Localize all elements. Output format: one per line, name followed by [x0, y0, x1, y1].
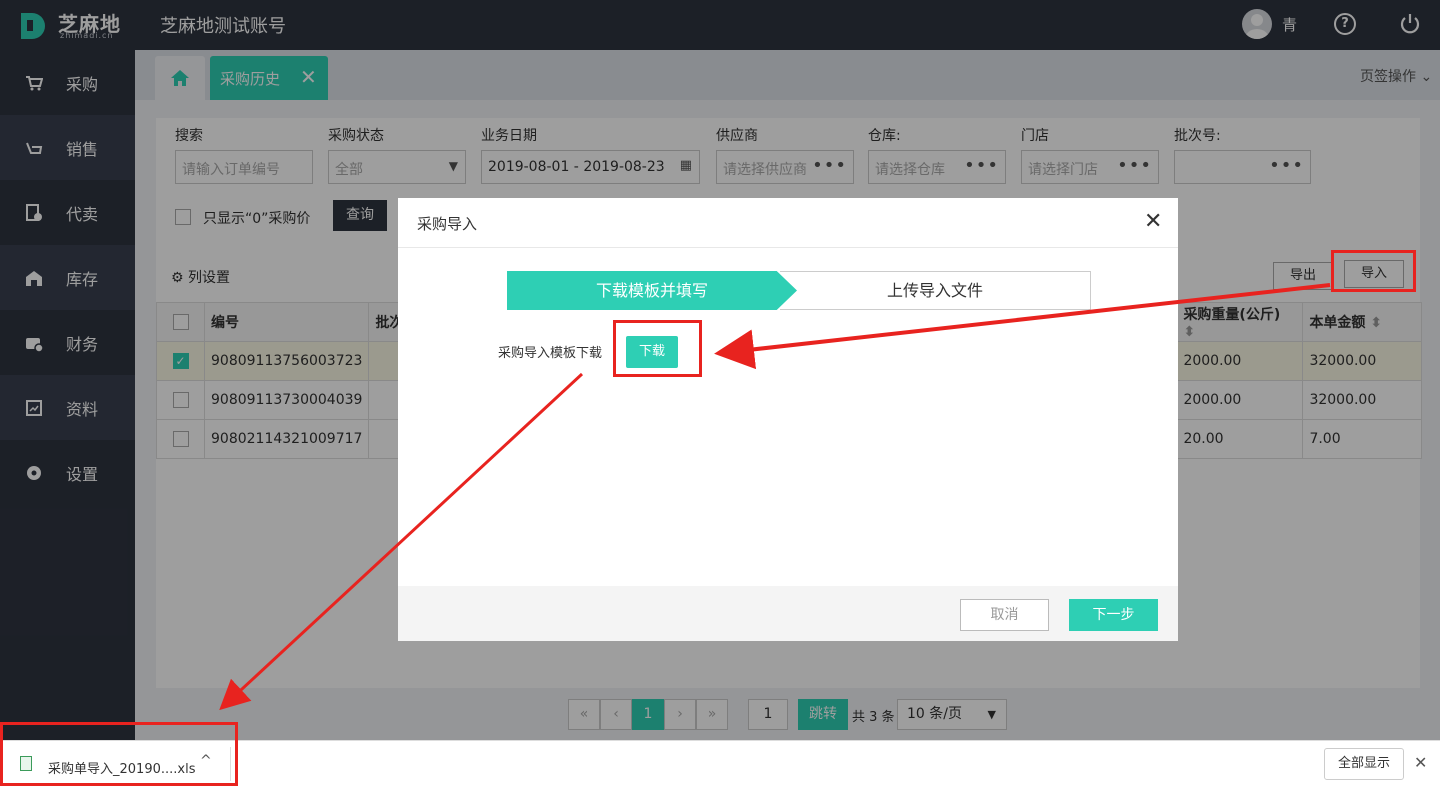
import-modal: 采购导入 ✕ 上传导入文件 下载模板并填写 采购导入模板下载 下载 取消 下一步 — [398, 198, 1178, 641]
highlight-import — [1331, 250, 1416, 292]
step-download: 下载模板并填写 — [507, 271, 797, 310]
modal-footer — [398, 586, 1178, 641]
show-all-button[interactable]: 全部显示 — [1324, 748, 1404, 780]
modal-header — [398, 198, 1178, 248]
close-icon[interactable]: ✕ — [1144, 209, 1162, 234]
step-upload: 上传导入文件 — [780, 271, 1091, 310]
cancel-button[interactable]: 取消 — [960, 599, 1049, 631]
modal-title: 采购导入 — [417, 215, 478, 233]
next-step-button[interactable]: 下一步 — [1069, 599, 1158, 631]
highlight-file — [0, 722, 238, 786]
highlight-download — [613, 320, 702, 377]
template-download-label: 采购导入模板下载 — [498, 346, 603, 361]
close-icon[interactable]: ✕ — [1414, 753, 1427, 772]
